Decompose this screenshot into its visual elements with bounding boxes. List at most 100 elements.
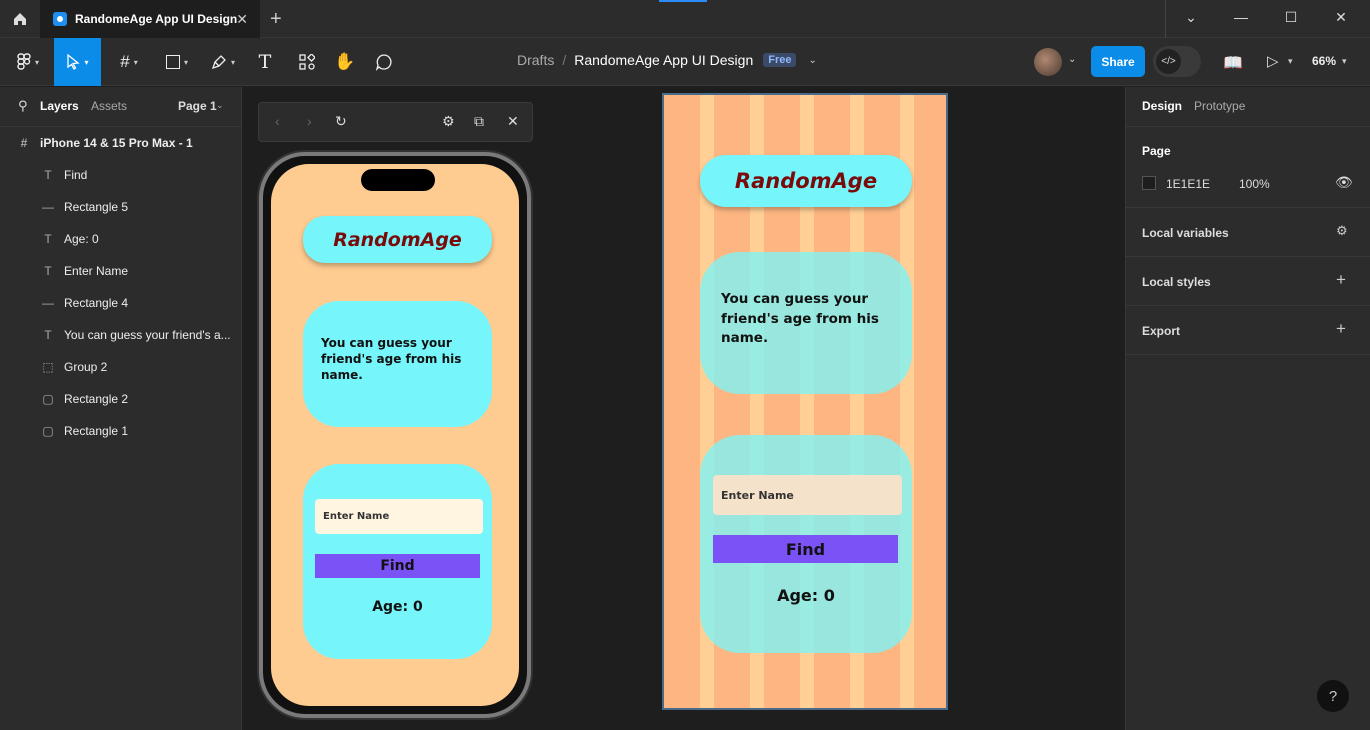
iphone-frame-design[interactable]: RandomAge You can guess your friend's ag… bbox=[662, 93, 948, 710]
age-value: 0 bbox=[823, 586, 835, 605]
layer-frame[interactable]: # iPhone 14 & 15 Pro Max - 1 bbox=[0, 127, 241, 159]
maximize-icon[interactable]: ☐ bbox=[1281, 9, 1301, 26]
layer-item[interactable]: ▢ Rectangle 2 bbox=[0, 383, 241, 415]
local-styles-label: Local styles bbox=[1142, 275, 1211, 289]
description-line: name. bbox=[321, 368, 363, 383]
restart-icon[interactable]: ↻ bbox=[335, 113, 347, 130]
layer-label: Group 2 bbox=[64, 360, 108, 374]
layer-item[interactable]: T Age: 0 bbox=[0, 223, 241, 255]
help-button[interactable]: ? bbox=[1317, 680, 1349, 712]
description-line: friend's age from his bbox=[721, 310, 879, 327]
file-tab-title: RandomeAge App UI Design bbox=[75, 12, 238, 26]
page-selector[interactable]: Page 1 bbox=[178, 99, 217, 113]
chevron-down-icon[interactable]: ▾ bbox=[1288, 56, 1293, 67]
file-name[interactable]: RandomeAge App UI Design bbox=[574, 52, 753, 68]
text-icon: T bbox=[44, 168, 52, 182]
text-icon: T bbox=[44, 328, 52, 342]
open-external-icon[interactable]: ⧉ bbox=[474, 113, 484, 130]
page-section: Page 1E1E1E 100% 👁 bbox=[1126, 127, 1370, 208]
chevron-down-icon: ▾ bbox=[183, 57, 188, 67]
zoom-level[interactable]: 66% bbox=[1312, 54, 1336, 68]
add-style-icon[interactable]: + bbox=[1336, 270, 1346, 290]
page-color-value[interactable]: 1E1E1E bbox=[1166, 177, 1210, 191]
comment-tool-button[interactable] bbox=[371, 38, 397, 86]
chevron-down-icon: ▾ bbox=[133, 57, 138, 67]
file-tab[interactable]: RandomeAge App UI Design ✕ bbox=[40, 0, 260, 38]
title-card[interactable]: RandomAge bbox=[700, 155, 912, 207]
forward-arrow-icon[interactable]: › bbox=[307, 113, 312, 129]
frame-tool-button[interactable]: # ▾ bbox=[110, 38, 148, 86]
canvas[interactable]: ‹ › ↻ ⚙ ⧉ ✕ RandomAge You can guess your… bbox=[242, 87, 1125, 730]
chevron-down-icon[interactable]: ⌄ bbox=[808, 55, 816, 66]
local-styles-section: Local styles + bbox=[1126, 257, 1370, 306]
layer-item[interactable]: T Find bbox=[0, 159, 241, 191]
close-icon[interactable]: ✕ bbox=[507, 113, 519, 130]
layer-item[interactable]: — Rectangle 4 bbox=[0, 287, 241, 319]
home-button[interactable] bbox=[0, 0, 40, 38]
search-icon[interactable]: ⚲ bbox=[18, 98, 28, 114]
find-button[interactable]: Find bbox=[713, 535, 898, 563]
present-icon[interactable]: ▷ bbox=[1267, 52, 1279, 70]
figma-logo-icon bbox=[17, 53, 31, 70]
layer-item[interactable]: T Enter Name bbox=[0, 255, 241, 287]
description-text: You can guess your friend's age from his… bbox=[321, 335, 461, 384]
find-button[interactable]: Find bbox=[315, 554, 480, 578]
dynamic-island bbox=[361, 169, 435, 191]
layer-item[interactable]: ▢ Rectangle 1 bbox=[0, 415, 241, 447]
chevron-down-icon: ▾ bbox=[230, 57, 235, 67]
tab-assets[interactable]: Assets bbox=[91, 99, 127, 113]
layer-item[interactable]: ⬚ Group 2 bbox=[0, 351, 241, 383]
line-icon: — bbox=[42, 200, 54, 214]
close-window-icon[interactable]: ✕ bbox=[1331, 9, 1351, 26]
plan-badge: Free bbox=[763, 53, 797, 67]
eye-icon[interactable]: 👁 bbox=[1335, 174, 1353, 191]
dev-mode-toggle[interactable]: </> bbox=[1153, 46, 1201, 77]
title-bar: RandomeAge App UI Design ✕ + ⌄ — ☐ ✕ bbox=[0, 0, 1370, 38]
minimize-icon[interactable]: — bbox=[1231, 9, 1251, 25]
breadcrumb-separator: / bbox=[562, 52, 567, 68]
page-opacity-value[interactable]: 100% bbox=[1239, 177, 1270, 191]
local-variables-label[interactable]: Local variables bbox=[1142, 226, 1229, 240]
chevron-down-icon[interactable]: ⌄ bbox=[216, 100, 224, 111]
move-tool-button[interactable]: ▾ bbox=[54, 38, 101, 86]
tab-design[interactable]: Design bbox=[1142, 99, 1182, 113]
right-panel-tabs: Design Prototype bbox=[1126, 87, 1370, 127]
chevron-down-icon[interactable]: ⌄ bbox=[1068, 54, 1076, 65]
add-export-icon[interactable]: + bbox=[1336, 319, 1346, 339]
phone-screen: RandomAge You can guess your friend's ag… bbox=[271, 164, 519, 706]
main-menu-button[interactable]: ▾ bbox=[10, 38, 46, 86]
settings-sliders-icon[interactable]: ⚙ bbox=[442, 113, 455, 130]
age-label: Age: bbox=[777, 586, 819, 605]
page-label: Page bbox=[1142, 144, 1171, 158]
app-title: RandomAge bbox=[333, 228, 462, 251]
share-button[interactable]: Share bbox=[1091, 46, 1145, 77]
design-panel: Design Prototype Page 1E1E1E 100% 👁 Loca… bbox=[1125, 87, 1370, 730]
chevron-down-icon[interactable]: ⌄ bbox=[1181, 9, 1201, 26]
layer-label: Rectangle 4 bbox=[64, 296, 129, 310]
chevron-down-icon[interactable]: ▾ bbox=[1342, 56, 1347, 67]
layer-item[interactable]: T You can guess your friend's a... bbox=[0, 319, 241, 351]
drafts-link[interactable]: Drafts bbox=[517, 52, 554, 68]
back-arrow-icon[interactable]: ‹ bbox=[275, 113, 280, 129]
variables-sliders-icon[interactable]: ⚙ bbox=[1336, 223, 1348, 239]
hand-icon: ✋ bbox=[334, 52, 356, 71]
input-card[interactable]: Find Age: 0 bbox=[700, 435, 912, 653]
tab-prototype[interactable]: Prototype bbox=[1194, 99, 1245, 113]
page-color-swatch[interactable] bbox=[1142, 176, 1156, 190]
description-card[interactable]: You can guess your friend's age from his… bbox=[700, 252, 912, 394]
text-tool-button[interactable]: T bbox=[252, 38, 278, 86]
shape-tool-button[interactable]: ▾ bbox=[158, 38, 196, 86]
library-book-icon[interactable]: 📖 bbox=[1223, 53, 1243, 73]
resources-button[interactable] bbox=[294, 38, 320, 86]
text-icon: T bbox=[44, 264, 52, 278]
avatar[interactable] bbox=[1034, 48, 1062, 76]
name-input[interactable] bbox=[713, 475, 902, 515]
hand-tool-button[interactable]: ✋ bbox=[332, 38, 358, 86]
layer-item[interactable]: — Rectangle 5 bbox=[0, 191, 241, 223]
pen-tool-button[interactable]: ▾ bbox=[204, 38, 242, 86]
name-input[interactable] bbox=[315, 499, 483, 534]
new-tab-plus-icon[interactable]: + bbox=[270, 8, 282, 31]
tab-layers[interactable]: Layers bbox=[40, 99, 79, 113]
close-tab-icon[interactable]: ✕ bbox=[236, 11, 248, 28]
description-line: You can guess your bbox=[721, 291, 869, 307]
